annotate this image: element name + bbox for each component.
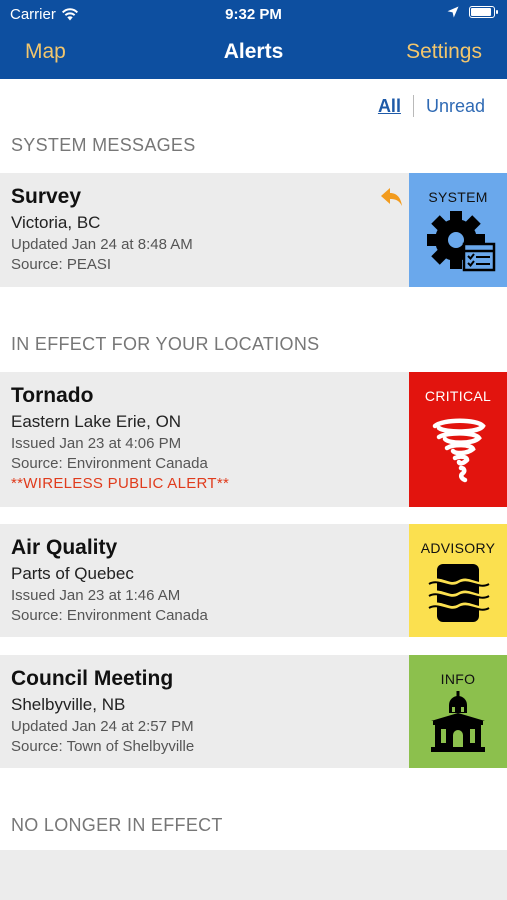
gear-checklist-icon [427, 211, 496, 272]
alert-text: Survey Victoria, BC Updated Jan 24 at 8:… [11, 185, 193, 276]
category-tile-critical: CRITICAL [409, 372, 507, 507]
category-label: SYSTEM [428, 189, 488, 205]
alert-location: Victoria, BC [11, 213, 101, 232]
reply-arrow-icon [381, 188, 402, 206]
category-tile-info: INFO [409, 655, 507, 768]
category-label: INFO [440, 671, 476, 687]
alert-location: Shelbyville, NB [11, 695, 126, 714]
alert-updated: Updated Jan 24 at 8:48 AM [11, 236, 193, 253]
section-header-system: SYSTEM MESSAGES [11, 135, 196, 155]
filter-unread-tab[interactable]: Unread [414, 96, 485, 117]
top-bar: Carrier 9:32 PM Map Alerts Settings [0, 0, 507, 79]
filter-all-tab[interactable]: All [378, 96, 413, 117]
alert-updated: Updated Jan 24 at 2:57 PM [11, 718, 194, 735]
alert-card-survey[interactable]: Survey Victoria, BC Updated Jan 24 at 8:… [0, 173, 507, 287]
wireless-alert-note: **WIRELESS PUBLIC ALERT** [11, 475, 230, 492]
city-hall-icon [431, 691, 485, 752]
location-arrow-icon [447, 6, 459, 18]
alert-issued: Issued Jan 23 at 4:06 PM [11, 435, 182, 452]
alert-source: Source: Town of Shelbyville [11, 738, 195, 755]
alert-location: Parts of Quebec [11, 564, 134, 583]
alert-card-air-quality[interactable]: Air Quality Parts of Quebec Issued Jan 2… [0, 524, 507, 637]
alert-card-tornado[interactable]: Tornado Eastern Lake Erie, ON Issued Jan… [0, 372, 507, 507]
alert-text: Air Quality Parts of Quebec Issued Jan 2… [11, 536, 208, 627]
tornado-icon [432, 418, 486, 483]
settings-button[interactable]: Settings [406, 40, 482, 64]
clock: 9:32 PM [225, 6, 282, 23]
air-quality-icon [428, 564, 490, 622]
navigation-bar: Map Alerts Settings [0, 28, 507, 79]
alert-title: Survey [11, 185, 82, 208]
section-header-in-effect: IN EFFECT FOR YOUR LOCATIONS [11, 334, 320, 354]
category-tile-advisory: ADVISORY [409, 524, 507, 637]
category-label: CRITICAL [424, 388, 492, 404]
filter-segment: All Unread [378, 95, 485, 117]
alert-text: Tornado Eastern Lake Erie, ON Issued Jan… [11, 384, 229, 492]
alert-source: Source: Environment Canada [11, 607, 208, 624]
status-icons [447, 6, 498, 18]
alert-title: Council Meeting [11, 667, 174, 690]
map-button[interactable]: Map [25, 40, 66, 64]
alert-source: Source: Environment Canada [11, 455, 208, 472]
category-tile-system: SYSTEM [409, 173, 507, 287]
battery-icon [469, 6, 498, 18]
status-bar: Carrier 9:32 PM [0, 0, 507, 28]
alert-title: Tornado [11, 384, 94, 407]
alert-source: Source: PEASI [11, 256, 112, 273]
alert-card-council-meeting[interactable]: Council Meeting Shelbyville, NB Updated … [0, 655, 507, 768]
section-header-no-longer: NO LONGER IN EFFECT [11, 815, 223, 835]
alert-text: Council Meeting Shelbyville, NB Updated … [11, 667, 194, 758]
alert-location: Eastern Lake Erie, ON [11, 412, 182, 431]
category-label: ADVISORY [420, 540, 496, 556]
alert-issued: Issued Jan 23 at 1:46 AM [11, 587, 181, 604]
no-longer-list [0, 850, 507, 900]
alert-title: Air Quality [11, 536, 118, 559]
